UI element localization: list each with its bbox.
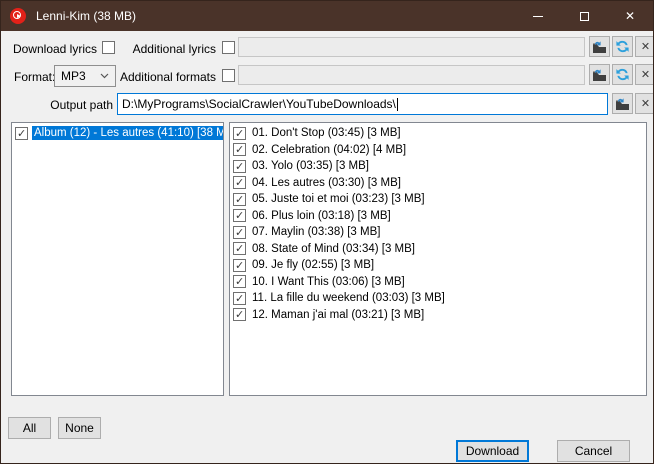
list-item[interactable]: 12. Maman j'ai mal (03:21) [3 MB] (230, 307, 646, 324)
list-item[interactable]: Album (12) - Les autres (41:10) [38 MB] (12, 125, 223, 142)
list-item[interactable]: 02. Celebration (04:02) [4 MB] (230, 142, 646, 159)
item-checkbox[interactable] (233, 209, 246, 222)
output-path-label: Output path (31, 98, 113, 112)
item-label: 05. Juste toi et moi (03:23) [3 MB] (250, 192, 427, 206)
app-window: Lenni-Kim (38 MB) ✕ Download lyrics Addi… (0, 0, 654, 464)
item-checkbox[interactable] (233, 259, 246, 272)
cancel-button[interactable]: Cancel (557, 440, 630, 462)
additional-formats-checkbox[interactable] (222, 69, 235, 82)
item-checkbox[interactable] (233, 275, 246, 288)
item-label: 11. La fille du weekend (03:03) [3 MB] (250, 291, 447, 305)
output-path-value: D:\MyPrograms\SocialCrawler\YouTubeDownl… (122, 97, 396, 111)
item-label: Album (12) - Les autres (41:10) [38 MB] (32, 126, 224, 140)
album-list[interactable]: Album (12) - Les autres (41:10) [38 MB] (11, 122, 224, 396)
list-item[interactable]: 08. State of Mind (03:34) [3 MB] (230, 241, 646, 258)
additional-lyrics-field (238, 37, 585, 57)
list-item[interactable]: 11. La fille du weekend (03:03) [3 MB] (230, 290, 646, 307)
chevron-down-icon (100, 73, 109, 79)
download-lyrics-label: Download lyrics (11, 42, 97, 56)
window-controls: ✕ (515, 1, 653, 31)
minimize-icon (533, 16, 543, 17)
select-none-button[interactable]: None (58, 417, 101, 439)
output-path-browse-button[interactable] (612, 93, 633, 114)
refresh-icon (615, 39, 630, 54)
app-icon (10, 8, 26, 24)
list-item[interactable]: 01. Don't Stop (03:45) [3 MB] (230, 125, 646, 142)
close-icon: ✕ (625, 10, 635, 22)
item-checkbox[interactable] (233, 308, 246, 321)
item-label: 07. Maylin (03:38) [3 MB] (250, 225, 382, 239)
folder-open-icon (592, 68, 607, 82)
format-select[interactable]: MP3 (54, 65, 116, 87)
item-label: 12. Maman j'ai mal (03:21) [3 MB] (250, 308, 426, 322)
window-title: Lenni-Kim (38 MB) (36, 9, 136, 23)
minimize-button[interactable] (515, 1, 561, 31)
list-item[interactable]: 06. Plus loin (03:18) [3 MB] (230, 208, 646, 225)
item-checkbox[interactable] (233, 127, 246, 140)
clear-x-icon: ✕ (641, 41, 650, 52)
format-value: MP3 (61, 69, 86, 83)
list-item[interactable]: 03. Yolo (03:35) [3 MB] (230, 158, 646, 175)
maximize-icon (580, 12, 589, 21)
item-checkbox[interactable] (233, 292, 246, 305)
item-label: 01. Don't Stop (03:45) [3 MB] (250, 126, 403, 140)
item-label: 09. Je fly (02:55) [3 MB] (250, 258, 376, 272)
item-checkbox[interactable] (15, 127, 28, 140)
item-checkbox[interactable] (233, 226, 246, 239)
lyrics-refresh-button[interactable] (612, 36, 633, 57)
refresh-icon (615, 67, 630, 82)
list-item[interactable]: 07. Maylin (03:38) [3 MB] (230, 224, 646, 241)
list-item[interactable]: 04. Les autres (03:30) [3 MB] (230, 175, 646, 192)
download-button[interactable]: Download (456, 440, 529, 462)
item-label: 08. State of Mind (03:34) [3 MB] (250, 242, 417, 256)
additional-formats-field (238, 65, 585, 85)
formats-clear-button[interactable]: ✕ (635, 64, 654, 85)
track-list[interactable]: 01. Don't Stop (03:45) [3 MB] 02. Celebra… (229, 122, 647, 396)
list-item[interactable]: 10. I Want This (03:06) [3 MB] (230, 274, 646, 291)
titlebar: Lenni-Kim (38 MB) ✕ (1, 1, 653, 31)
item-checkbox[interactable] (233, 242, 246, 255)
clear-x-icon: ✕ (641, 98, 650, 109)
item-checkbox[interactable] (233, 193, 246, 206)
item-label: 03. Yolo (03:35) [3 MB] (250, 159, 371, 173)
download-lyrics-checkbox[interactable] (102, 41, 115, 54)
clear-x-icon: ✕ (641, 69, 650, 80)
select-all-button[interactable]: All (8, 417, 51, 439)
formats-browse-button[interactable] (589, 64, 610, 85)
formats-refresh-button[interactable] (612, 64, 633, 85)
lyrics-browse-button[interactable] (589, 36, 610, 57)
item-checkbox[interactable] (233, 143, 246, 156)
format-label: Format: (14, 70, 54, 84)
folder-open-icon (592, 40, 607, 54)
item-label: 10. I Want This (03:06) [3 MB] (250, 275, 407, 289)
output-path-clear-button[interactable]: ✕ (635, 93, 654, 114)
item-label: 04. Les autres (03:30) [3 MB] (250, 176, 403, 190)
additional-lyrics-checkbox[interactable] (222, 41, 235, 54)
item-label: 02. Celebration (04:02) [4 MB] (250, 143, 408, 157)
text-caret (397, 98, 398, 111)
folder-open-icon (615, 97, 630, 111)
item-checkbox[interactable] (233, 160, 246, 173)
output-path-input[interactable]: D:\MyPrograms\SocialCrawler\YouTubeDownl… (117, 93, 608, 115)
lyrics-clear-button[interactable]: ✕ (635, 36, 654, 57)
list-item[interactable]: 05. Juste toi et moi (03:23) [3 MB] (230, 191, 646, 208)
item-label: 06. Plus loin (03:18) [3 MB] (250, 209, 393, 223)
close-button[interactable]: ✕ (607, 1, 653, 31)
maximize-button[interactable] (561, 1, 607, 31)
additional-formats-label: Additional formats (116, 70, 216, 84)
item-checkbox[interactable] (233, 176, 246, 189)
list-item[interactable]: 09. Je fly (02:55) [3 MB] (230, 257, 646, 274)
additional-lyrics-label: Additional lyrics (121, 42, 216, 56)
